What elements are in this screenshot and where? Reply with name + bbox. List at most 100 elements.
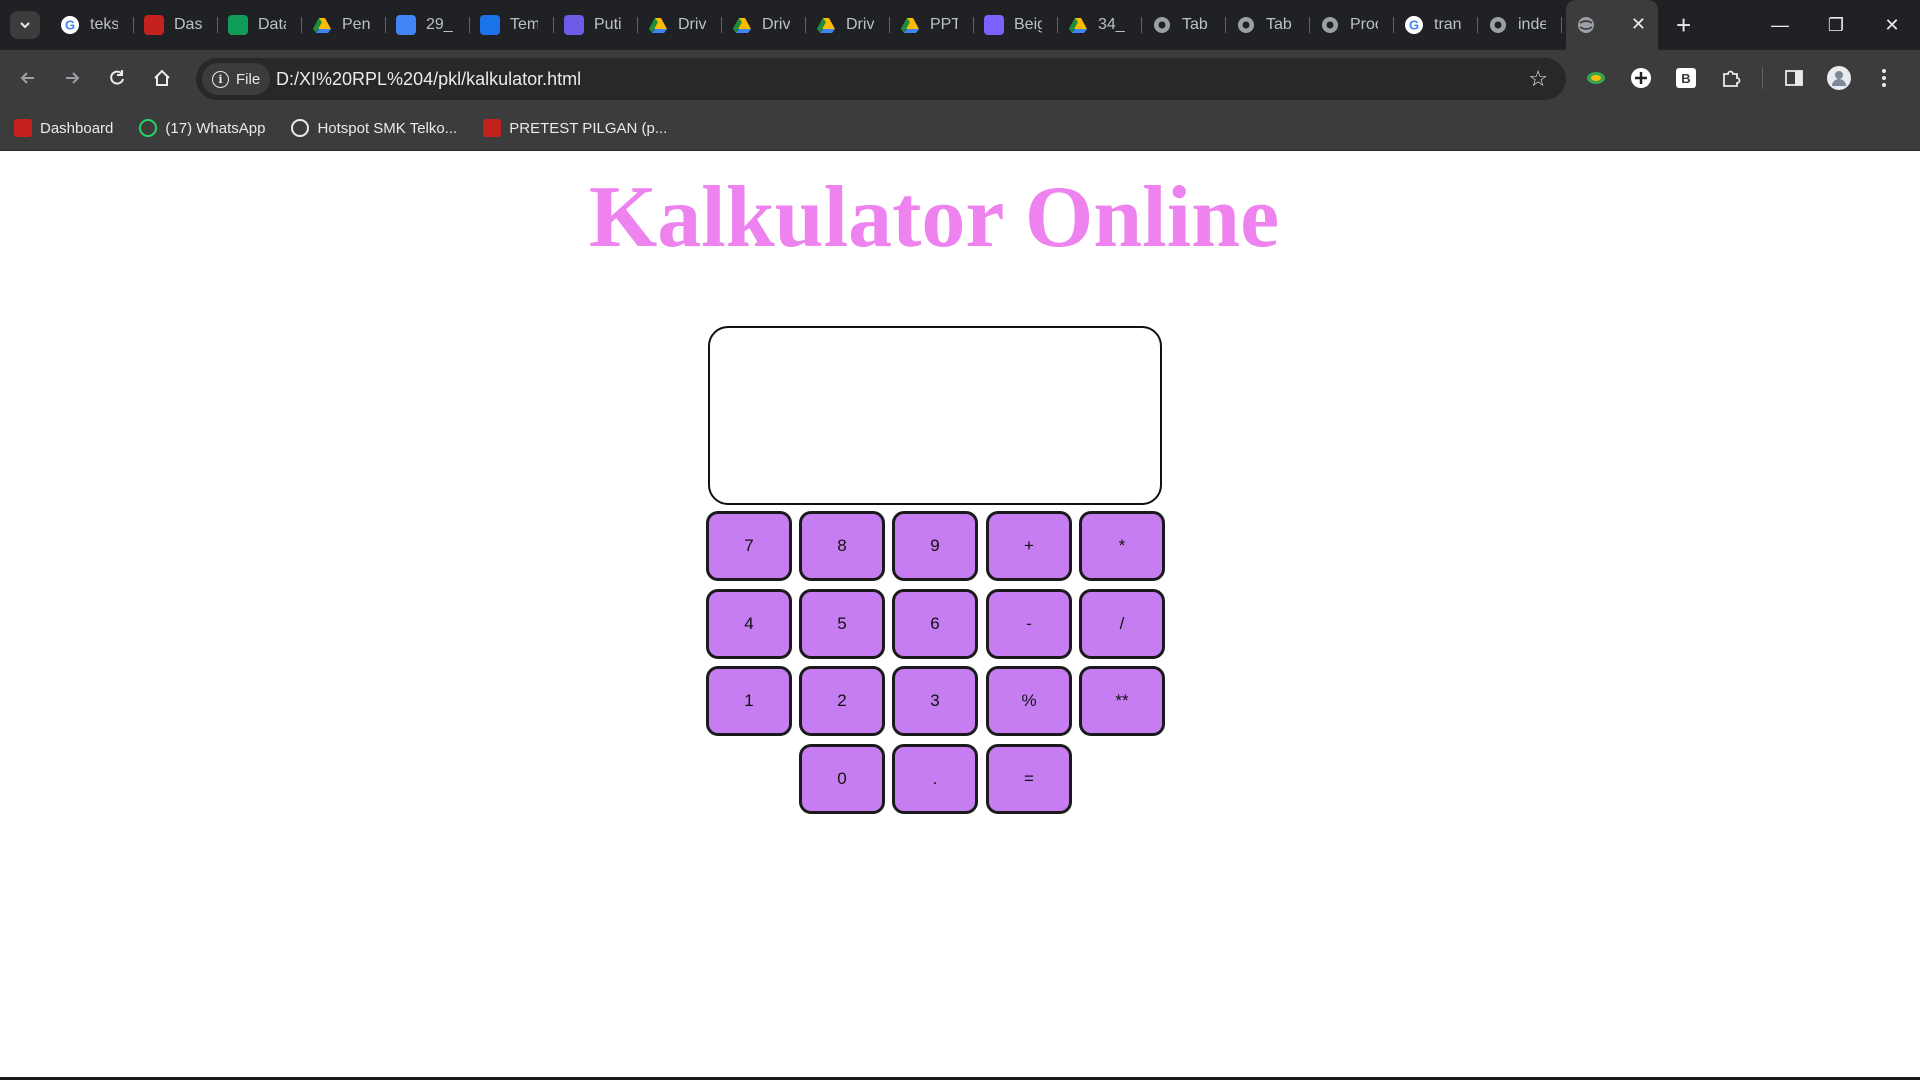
bookmark-item[interactable]: PRETEST PILGAN (p... (483, 119, 667, 137)
tab-8[interactable]: Driv (722, 0, 806, 50)
tab-5[interactable]: Tem (470, 0, 554, 50)
key-modulo-button[interactable]: % (986, 666, 1072, 736)
bookmark-label: Hotspot SMK Telko... (317, 119, 458, 137)
drive-icon (1068, 15, 1088, 35)
toolbar-divider (1762, 67, 1763, 89)
sheets-icon (228, 15, 248, 35)
site-info-chip[interactable]: i File (202, 63, 271, 95)
tab-0[interactable]: Gteks (50, 0, 134, 50)
tab-title: 34_ (1098, 16, 1125, 33)
key-2-button[interactable]: 2 (799, 666, 885, 736)
key-equals-button[interactable]: = (986, 744, 1072, 814)
tab-title: Das (174, 16, 202, 33)
tab-title: teks (90, 16, 118, 33)
key-4-button[interactable]: 4 (706, 589, 792, 659)
arrow-right-icon (66, 72, 80, 84)
globe-icon (1576, 15, 1596, 35)
chevron-down-icon (20, 22, 30, 29)
forward-button[interactable] (58, 64, 86, 92)
bookmark-label: PRETEST PILGAN (p... (509, 119, 668, 137)
key-6-button[interactable]: 6 (892, 589, 978, 659)
restore-button[interactable]: ❐ (1808, 0, 1864, 50)
tab-title: PPT (930, 16, 958, 33)
key-1-button[interactable]: 1 (706, 666, 792, 736)
home-button[interactable] (148, 64, 176, 92)
whatsapp-icon (139, 119, 158, 137)
address-bar[interactable]: i File D:/XI%20RPL%204/pkl/kalkulator.ht… (196, 58, 1566, 100)
tab-16[interactable]: Gtran (1394, 0, 1478, 50)
bookmark-item[interactable]: (17) WhatsApp (139, 119, 265, 137)
close-tab-icon[interactable]: ✕ (1631, 15, 1646, 33)
tab-4[interactable]: 29_ (386, 0, 470, 50)
chrome-icon (1236, 15, 1256, 35)
bookmark-star-icon[interactable]: ☆ (1528, 66, 1548, 92)
url-text[interactable]: D:/XI%20RPL%204/pkl/kalkulator.html (276, 69, 581, 90)
key-multiply-button[interactable]: * (1079, 511, 1165, 581)
key-8-button[interactable]: 8 (799, 511, 885, 581)
calculator-display[interactable] (708, 326, 1162, 505)
key-power-button[interactable]: ** (1079, 666, 1165, 736)
key-plus-button[interactable]: + (986, 511, 1072, 581)
tab-3[interactable]: Pen (302, 0, 386, 50)
back-button[interactable] (14, 64, 42, 92)
extensions-area: B (1582, 64, 1915, 92)
extension-icon[interactable] (1582, 64, 1610, 92)
tab-12[interactable]: 34_ (1058, 0, 1142, 50)
tab-list: Gteks Das Data Pen 29_ Tem Puti Driv Driv Driv PPT… (50, 0, 1691, 50)
home-icon (154, 69, 170, 86)
tab-9[interactable]: Driv (806, 0, 890, 50)
tab-title: Beig (1014, 16, 1042, 33)
key-5-button[interactable]: 5 (799, 589, 885, 659)
dashboard-icon (483, 119, 502, 137)
tab-10[interactable]: PPT (890, 0, 974, 50)
tab-title: Driv (762, 16, 790, 33)
puzzle-icon[interactable] (1717, 64, 1745, 92)
tab-6[interactable]: Puti (554, 0, 638, 50)
dashboard-icon (14, 119, 32, 137)
profile-avatar-icon[interactable] (1825, 64, 1853, 92)
tab-17[interactable]: inde (1478, 0, 1562, 50)
tab-title: tran (1434, 16, 1462, 33)
globe-icon (1488, 15, 1508, 35)
bookmark-item[interactable]: Dashboard (14, 119, 113, 137)
new-tab-button[interactable]: + (1676, 12, 1691, 38)
key-3-button[interactable]: 3 (892, 666, 978, 736)
tab-14[interactable]: Tab (1226, 0, 1310, 50)
reload-button[interactable] (103, 64, 131, 92)
tab-active[interactable]: ✕ (1566, 0, 1658, 50)
globe-icon (1320, 15, 1340, 35)
info-icon: i (212, 70, 229, 88)
google-icon: G (60, 15, 80, 35)
side-panel-icon[interactable] (1780, 64, 1808, 92)
key-divide-button[interactable]: / (1079, 589, 1165, 659)
tab-2[interactable]: Data (218, 0, 302, 50)
close-window-button[interactable]: ✕ (1864, 0, 1920, 50)
drive-icon (648, 15, 668, 35)
bookmark-item[interactable]: Hotspot SMK Telko... (291, 119, 457, 137)
svg-text:G: G (1409, 18, 1419, 33)
tab-title: Tab (1182, 16, 1208, 33)
drive-icon (816, 15, 836, 35)
drive-icon (900, 15, 920, 35)
menu-kebab-icon[interactable] (1870, 64, 1898, 92)
drive-icon (732, 15, 752, 35)
add-extension-icon[interactable] (1627, 64, 1655, 92)
key-7-button[interactable]: 7 (706, 511, 792, 581)
tab-1[interactable]: Das (134, 0, 218, 50)
minimize-button[interactable]: — (1752, 0, 1808, 50)
bookmarks-bar: Dashboard (17) WhatsApp Hotspot SMK Telko.… (0, 106, 1920, 151)
b-extension-icon[interactable]: B (1672, 64, 1700, 92)
key-decimal-button[interactable]: . (892, 744, 978, 814)
tab-11[interactable]: Beig (974, 0, 1058, 50)
canva-icon (480, 15, 500, 35)
tab-7[interactable]: Driv (638, 0, 722, 50)
tab-15[interactable]: Proc (1310, 0, 1394, 50)
docs-icon (396, 15, 416, 35)
key-9-button[interactable]: 9 (892, 511, 978, 581)
tab-13[interactable]: Tab (1142, 0, 1226, 50)
tab-search-button[interactable] (10, 11, 40, 39)
drive-icon (312, 15, 332, 35)
tab-title: Driv (678, 16, 706, 33)
key-minus-button[interactable]: - (986, 589, 1072, 659)
key-0-button[interactable]: 0 (799, 744, 885, 814)
